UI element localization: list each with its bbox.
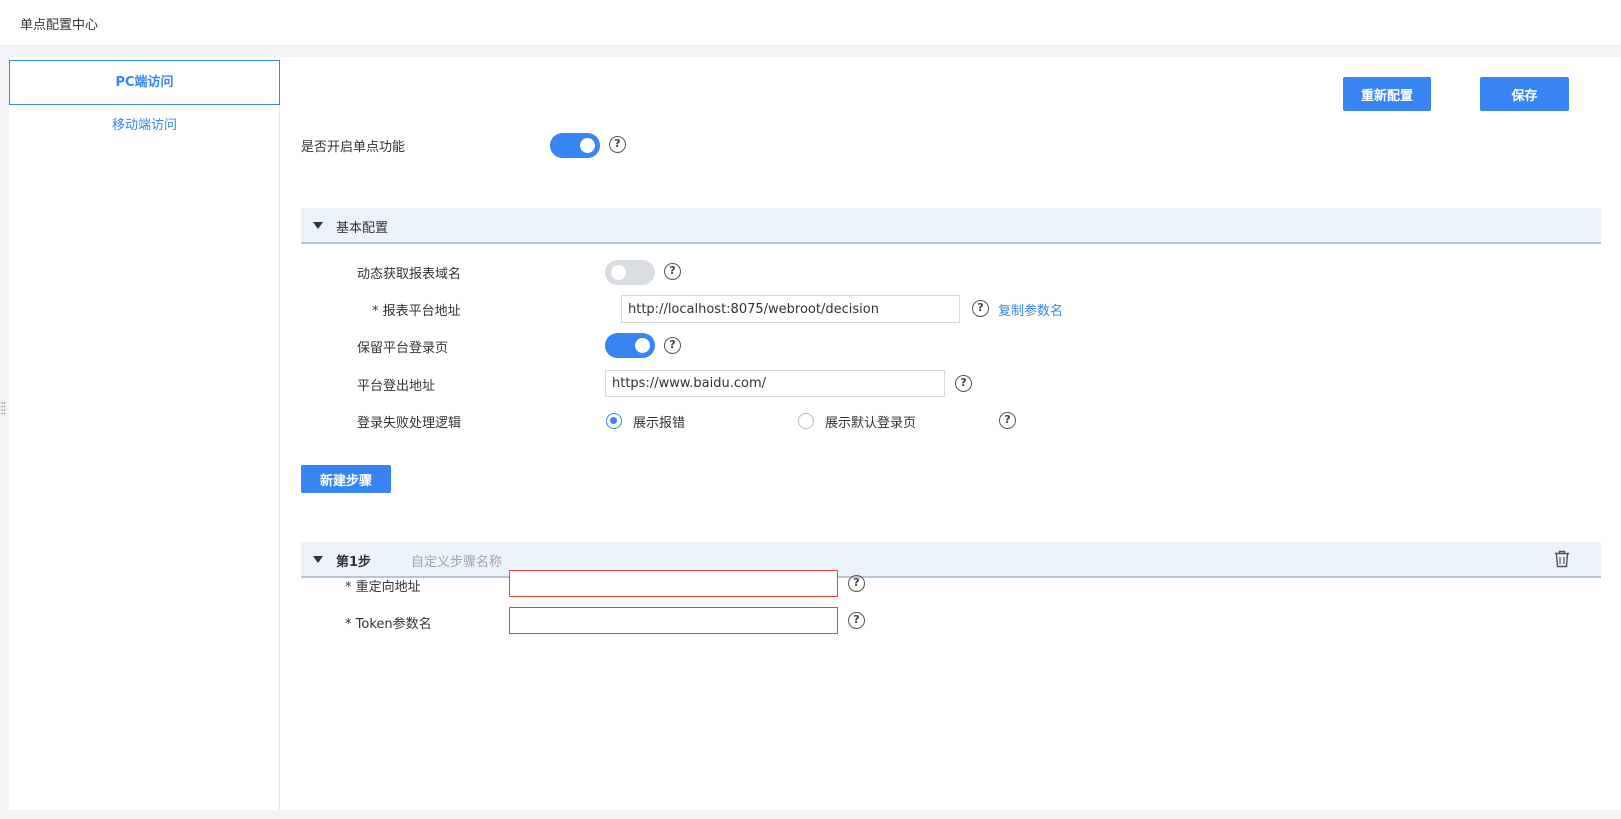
help-icon[interactable]: ?	[848, 612, 865, 629]
platform-url-input[interactable]	[621, 295, 960, 323]
logout-url-label: 平台登出地址	[357, 379, 436, 394]
token-label: * Token参数名	[345, 617, 432, 632]
redirect-label: * 重定向地址	[345, 580, 421, 595]
dynamic-domain-label: 动态获取报表域名	[357, 267, 462, 282]
basic-config-title: 基本配置	[336, 221, 389, 236]
page-title: 单点配置中心	[20, 18, 99, 33]
sidebar-item-mobile[interactable]: 移动端访问	[9, 104, 280, 149]
token-input[interactable]	[509, 607, 838, 634]
show-login-page-label[interactable]: 展示默认登录页	[825, 412, 916, 431]
help-icon[interactable]: ?	[955, 375, 972, 392]
keep-login-toggle[interactable]	[605, 333, 655, 358]
help-icon[interactable]: ?	[664, 263, 681, 280]
sidebar-item-pc[interactable]: PC端访问	[9, 60, 280, 105]
caret-down-icon[interactable]	[313, 556, 323, 563]
platform-url-label: * 报表平台地址	[372, 304, 461, 319]
sso-toggle[interactable]	[550, 133, 600, 158]
resize-handle[interactable]	[1, 401, 6, 415]
help-icon[interactable]: ?	[972, 300, 989, 317]
show-error-label[interactable]: 展示报错	[633, 412, 685, 431]
copy-param-link[interactable]: 复制参数名	[998, 300, 1063, 319]
sidebar: PC端访问 移动端访问	[9, 57, 280, 810]
new-step-button[interactable]: 新建步骤	[301, 465, 391, 493]
help-icon[interactable]: ?	[848, 575, 865, 592]
dynamic-domain-toggle[interactable]	[605, 260, 655, 285]
reconfigure-button[interactable]: 重新配置	[1343, 77, 1431, 111]
keep-login-label: 保留平台登录页	[357, 341, 449, 356]
logout-url-input[interactable]	[605, 370, 945, 397]
main-panel: 重新配置 保存 是否开启单点功能 ? 基本配置 动态获取报表域名 ? * 报表平…	[280, 57, 1621, 810]
trash-icon[interactable]	[1554, 550, 1570, 568]
help-icon[interactable]: ?	[609, 136, 626, 153]
step-header[interactable]: 第1步 自定义步骤名称	[301, 542, 1601, 578]
save-button[interactable]: 保存	[1480, 77, 1569, 111]
help-icon[interactable]: ?	[999, 412, 1016, 429]
caret-down-icon[interactable]	[313, 222, 323, 229]
sso-label: 是否开启单点功能	[301, 140, 406, 155]
redirect-input[interactable]	[509, 570, 838, 597]
show-error-radio[interactable]	[606, 413, 622, 429]
step-title: 第1步	[336, 555, 372, 570]
step-name-input[interactable]: 自定义步骤名称	[411, 551, 502, 570]
help-icon[interactable]: ?	[664, 337, 681, 354]
basic-config-header[interactable]: 基本配置	[301, 208, 1601, 244]
top-bar: 单点配置中心	[0, 0, 1621, 46]
fail-logic-label: 登录失败处理逻辑	[357, 416, 462, 431]
show-login-page-radio[interactable]	[798, 413, 814, 429]
